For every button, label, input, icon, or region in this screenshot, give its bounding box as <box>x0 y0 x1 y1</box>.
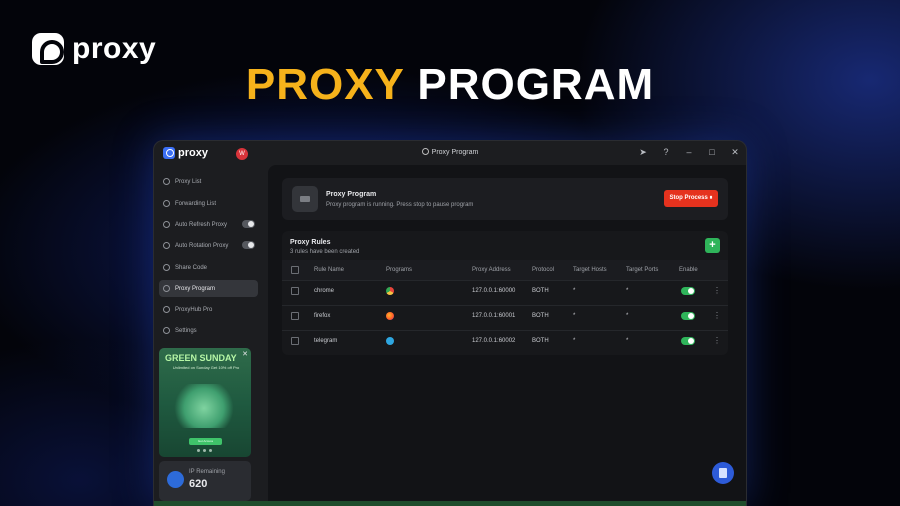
title-bar: proxy W Proxy Program ➤ ? – □ ✕ <box>154 141 746 165</box>
window-controls: ➤ ? – □ ✕ <box>638 146 740 158</box>
row-checkbox[interactable] <box>291 337 299 345</box>
program-icon <box>292 186 318 212</box>
promo-title: GREEN SUNDAY <box>165 353 237 363</box>
sidebar-item-proxy-program[interactable]: Proxy Program <box>159 280 258 297</box>
protocol: BOTH <box>532 288 549 294</box>
program-status-card: Proxy Program Proxy program is running. … <box>282 178 728 220</box>
status-title: Proxy Program <box>326 191 377 198</box>
sidebar-item-settings[interactable]: Settings <box>159 322 258 339</box>
table-row[interactable]: telegram 127.0.0.1:60002 BOTH * * ⋮ <box>282 330 728 350</box>
proxy-address: 127.0.0.1:60002 <box>472 338 516 344</box>
column-header[interactable]: Proxy Address <box>472 260 511 280</box>
carousel-dot[interactable] <box>197 449 200 452</box>
target-ports: * <box>626 338 629 344</box>
row-checkbox[interactable] <box>291 312 299 320</box>
rules-subtitle: 3 rules have been created <box>290 249 360 255</box>
column-header[interactable]: Target Ports <box>626 260 658 280</box>
ip-remaining-value: 620 <box>189 478 208 490</box>
column-header[interactable]: Rule Name <box>314 260 344 280</box>
sidebar-item-proxyhub-pro[interactable]: ProxyHub Pro <box>159 301 258 318</box>
minimize-icon[interactable]: – <box>684 146 694 158</box>
target-hosts: * <box>573 338 576 344</box>
target-hosts: * <box>573 288 576 294</box>
headline: PROXY PROGRAM <box>0 60 900 110</box>
rules-title: Proxy Rules <box>290 239 331 246</box>
auto-rotation-toggle[interactable] <box>242 241 255 249</box>
status-subtitle: Proxy program is running. Press stop to … <box>326 202 474 208</box>
share-icon <box>163 264 170 271</box>
telegram-icon <box>386 337 394 345</box>
target-ports: * <box>626 288 629 294</box>
globe-icon <box>167 471 184 488</box>
enable-toggle[interactable] <box>681 337 695 345</box>
bottom-strip <box>154 501 746 506</box>
carousel-dot[interactable] <box>203 449 206 452</box>
settings-icon <box>163 327 170 334</box>
proxy-address: 127.0.0.1:60000 <box>472 288 516 294</box>
firefox-icon <box>386 312 394 320</box>
program-icon <box>163 285 170 292</box>
telegram-icon[interactable]: ➤ <box>638 146 648 158</box>
rotation-icon <box>163 242 170 249</box>
refresh-icon <box>163 221 170 228</box>
sidebar-item-auto-refresh[interactable]: Auto Refresh Proxy <box>159 216 258 233</box>
maximize-icon[interactable]: □ <box>707 146 717 158</box>
proxy-rules-card: Proxy Rules 3 rules have been created + … <box>282 231 728 355</box>
rule-name: firefox <box>314 313 331 319</box>
enable-toggle[interactable] <box>681 287 695 295</box>
row-checkbox[interactable] <box>291 287 299 295</box>
more-options-icon[interactable]: ⋮ <box>713 281 721 301</box>
headline-part2: PROGRAM <box>417 60 655 109</box>
target-ports: * <box>626 313 629 319</box>
stop-process-button[interactable]: Stop Process ⏸ <box>664 190 718 207</box>
ip-remaining-label: IP Remaining <box>189 469 225 475</box>
promo-button[interactable]: Get Access <box>189 438 222 445</box>
target-hosts: * <box>573 313 576 319</box>
promo-banner[interactable]: GREEN SUNDAY ✕ Unlimited on Sunday Get 1… <box>159 348 251 457</box>
protocol: BOTH <box>532 338 549 344</box>
app-window: proxy W Proxy Program ➤ ? – □ ✕ Proxy Li… <box>153 140 747 506</box>
notes-button[interactable] <box>712 462 734 484</box>
sidebar-item-proxy-list[interactable]: Proxy List <box>159 173 258 190</box>
ip-remaining-card: IP Remaining 620 <box>159 461 251 501</box>
forward-icon <box>163 200 170 207</box>
carousel-dot[interactable] <box>209 449 212 452</box>
table-row[interactable]: firefox 127.0.0.1:60001 BOTH * * ⋮ <box>282 305 728 325</box>
more-options-icon[interactable]: ⋮ <box>713 306 721 326</box>
table-header: Rule Name Programs Proxy Address Protoco… <box>282 260 728 280</box>
rule-name: chrome <box>314 288 335 294</box>
column-header[interactable]: Enable <box>679 260 698 280</box>
sidebar-item-share-code[interactable]: Share Code <box>159 259 258 276</box>
sidebar: Proxy List Forwarding List Auto Refresh … <box>154 165 266 506</box>
hub-icon <box>163 306 170 313</box>
close-icon[interactable]: ✕ <box>730 146 740 158</box>
list-icon <box>163 178 170 185</box>
proxy-address: 127.0.0.1:60001 <box>472 313 516 319</box>
more-options-icon[interactable]: ⋮ <box>713 331 721 351</box>
enable-toggle[interactable] <box>681 312 695 320</box>
main-panel: Proxy Program Proxy program is running. … <box>268 165 746 506</box>
headline-part1: PROXY <box>245 60 405 109</box>
table-row[interactable]: chrome 127.0.0.1:60000 BOTH * * ⋮ <box>282 280 728 300</box>
rule-name: telegram <box>314 338 338 344</box>
gift-icon <box>173 384 235 428</box>
carousel-dots <box>197 449 212 452</box>
add-rule-button[interactable]: + <box>705 238 720 253</box>
sidebar-item-auto-rotation[interactable]: Auto Rotation Proxy <box>159 237 258 254</box>
chrome-icon <box>386 287 394 295</box>
program-icon <box>421 148 429 155</box>
help-icon[interactable]: ? <box>661 146 671 158</box>
auto-refresh-toggle[interactable] <box>242 220 255 228</box>
select-all-checkbox[interactable] <box>291 266 299 274</box>
column-header[interactable]: Target Hosts <box>573 260 607 280</box>
close-icon[interactable]: ✕ <box>242 351 248 359</box>
column-header[interactable]: Programs <box>386 260 412 280</box>
sidebar-item-forwarding-list[interactable]: Forwarding List <box>159 195 258 212</box>
promo-subtitle: Unlimited on Sunday Get 10% off Pro <box>172 365 240 370</box>
column-header[interactable]: Protocol <box>532 260 554 280</box>
protocol: BOTH <box>532 313 549 319</box>
